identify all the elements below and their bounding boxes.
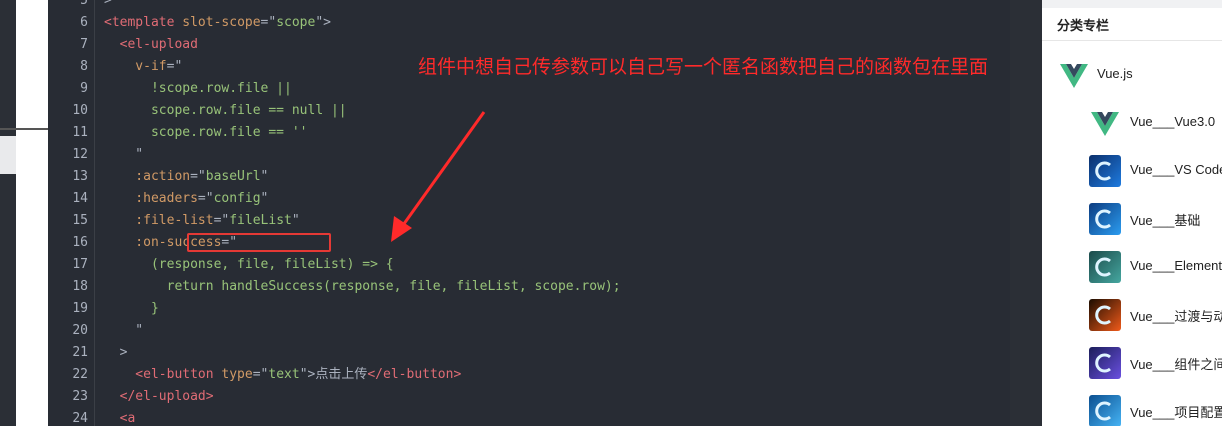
category-item[interactable]: Vue___Vue3.0 xyxy=(1042,103,1222,143)
category-label: Vue___过渡与动画 xyxy=(1130,309,1222,324)
column-cover-icon xyxy=(1089,251,1121,283)
column-cover-icon xyxy=(1089,347,1121,379)
left-gray-block xyxy=(0,136,16,174)
left-divider xyxy=(0,128,48,130)
category-item[interactable]: Vue___项目配置 xyxy=(1042,391,1222,426)
arrow-head xyxy=(391,216,412,242)
category-label: Vue___基础 xyxy=(1130,213,1201,228)
arrow-shaft xyxy=(399,111,486,229)
left-dark-strip xyxy=(0,0,16,426)
category-sidebar: 分类专栏 Vue.js Vue___Vue3.0 Vue___VS Code Vue_… xyxy=(1042,0,1222,426)
category-item[interactable]: Vue___Element xyxy=(1042,247,1222,287)
category-label: Vue.js xyxy=(1097,66,1133,81)
annotation-text: 组件中想自己传参数可以自己写一个匿名函数把自己的函数包在里面 xyxy=(418,56,989,78)
category-vuejs[interactable]: Vue.js xyxy=(1042,55,1222,95)
column-cover-icon xyxy=(1089,299,1121,331)
sidebar-title: 分类专栏 xyxy=(1057,18,1110,33)
page-gap xyxy=(1010,0,1042,426)
category-item[interactable]: Vue___基础 xyxy=(1042,199,1222,239)
category-label: Vue___项目配置 xyxy=(1130,405,1222,420)
category-label: Vue___Element xyxy=(1130,258,1222,273)
sidebar-divider xyxy=(1042,40,1222,41)
code-editor: 5 6 7 8 9 10 11 12 13 14 15 16 17 18 19 20 21 22 23 24 > <te… xyxy=(48,0,1010,426)
vue-logo-icon xyxy=(1058,59,1090,91)
category-label: Vue___VS Code xyxy=(1130,162,1222,177)
column-cover-icon xyxy=(1089,155,1121,187)
category-item[interactable]: Vue___过渡与动画 xyxy=(1042,295,1222,335)
column-cover-icon xyxy=(1089,203,1121,235)
sidebar-top-bar xyxy=(1042,0,1222,8)
vue-logo-icon xyxy=(1089,107,1121,139)
category-label: Vue___Vue3.0 xyxy=(1130,114,1216,129)
column-cover-icon xyxy=(1089,395,1121,426)
category-item[interactable]: Vue___VS Code xyxy=(1042,151,1222,191)
category-item[interactable]: Vue___组件之间 xyxy=(1042,343,1222,383)
category-label: Vue___组件之间 xyxy=(1130,357,1222,372)
